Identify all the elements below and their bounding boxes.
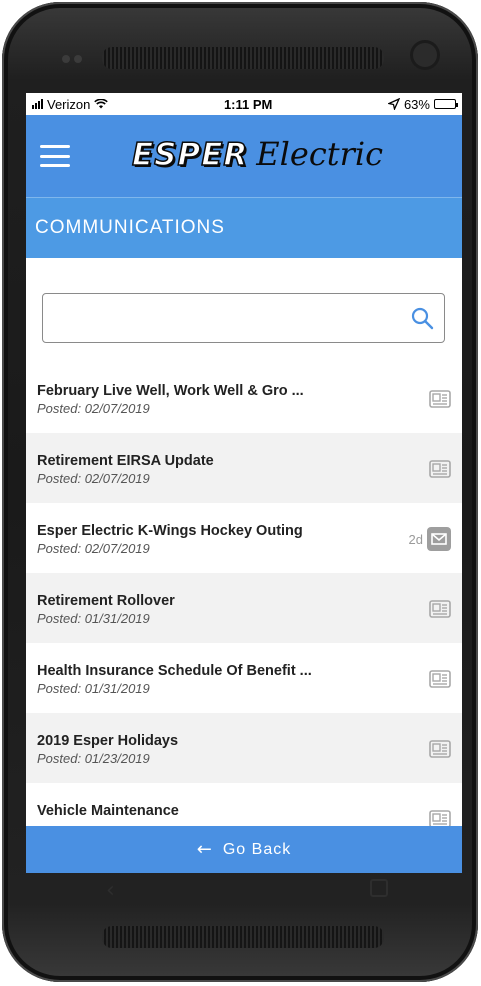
go-back-button[interactable]: ← Go Back: [26, 826, 462, 873]
communications-list: February Live Well, Work Well & Gro ... P…: [26, 363, 462, 853]
list-item-title: Esper Electric K-Wings Hockey Outing: [37, 523, 303, 539]
list-item-title: Retirement Rollover: [37, 593, 175, 609]
carrier-label: Verizon: [47, 96, 91, 112]
list-item-posted-date: Posted: 01/31/2019: [37, 681, 150, 696]
signal-icon: [32, 99, 43, 109]
wifi-icon: [94, 99, 109, 109]
list-item-posted-date: Posted: 01/23/2019: [37, 751, 150, 766]
logo-esper: ESPER: [131, 136, 249, 174]
screen: Verizon 1:11 PM 63% ESPER Electric COMMU…: [26, 93, 462, 873]
list-item-title: 2019 Esper Holidays: [37, 733, 179, 749]
list-item[interactable]: February Live Well, Work Well & Gro ... P…: [26, 363, 462, 433]
hardware-back-icon[interactable]: ‹: [106, 878, 115, 903]
newspaper-icon: [429, 600, 451, 618]
hamburger-icon[interactable]: [40, 145, 70, 167]
list-item[interactable]: 2019 Esper Holidays Posted: 01/23/2019: [26, 713, 462, 783]
newspaper-icon: [429, 670, 451, 688]
message-indicator: 2d: [409, 527, 451, 551]
go-back-label: Go Back: [222, 840, 292, 858]
status-bar: Verizon 1:11 PM 63%: [26, 93, 462, 115]
app-header: ESPER Electric: [26, 115, 462, 197]
arrow-left-icon: ←: [196, 839, 213, 860]
battery-percent: 63%: [403, 96, 430, 112]
battery-icon: [433, 99, 458, 109]
brand-logo: ESPER Electric: [131, 135, 384, 174]
list-item[interactable]: Esper Electric K-Wings Hockey Outing Post…: [26, 503, 462, 573]
search-input[interactable]: [43, 294, 384, 342]
logo-electric: Electric: [256, 135, 384, 173]
list-item-posted-date: Posted: 02/07/2019: [37, 541, 150, 556]
list-item[interactable]: Health Insurance Schedule Of Benefit ...…: [26, 643, 462, 713]
earpiece-speaker: [102, 47, 384, 69]
status-time: 1:11 PM: [223, 96, 273, 112]
list-item[interactable]: Retirement EIRSA Update Posted: 02/07/201…: [26, 433, 462, 503]
sensor-dot: [62, 55, 70, 63]
hardware-home-icon[interactable]: [370, 879, 388, 897]
search-box: [42, 293, 445, 343]
message-age: 2d: [408, 531, 423, 547]
list-item-title: Retirement EIRSA Update: [37, 453, 214, 469]
sensor-dot: [74, 55, 82, 63]
newspaper-icon: [429, 740, 451, 758]
search-container: [26, 258, 462, 343]
status-right: 63%: [387, 96, 458, 112]
list-item-posted-date: Posted: 02/07/2019: [37, 471, 150, 486]
newspaper-icon: [429, 460, 451, 478]
list-item[interactable]: Retirement Rollover Posted: 01/31/2019: [26, 573, 462, 643]
list-item-title: Vehicle Maintenance: [37, 803, 179, 819]
newspaper-icon: [429, 390, 451, 408]
envelope-icon: [427, 527, 451, 551]
list-item-title: February Live Well, Work Well & Gro ...: [37, 383, 304, 399]
bottom-speaker: [102, 926, 384, 948]
list-item-posted-date: Posted: 02/07/2019: [37, 401, 150, 416]
status-left: Verizon: [32, 96, 109, 112]
page-title: COMMUNICATIONS: [26, 197, 462, 258]
front-camera-icon: [410, 40, 440, 70]
list-item-posted-date: Posted: 01/31/2019: [37, 611, 150, 626]
search-icon[interactable]: [410, 306, 434, 330]
list-item-title: Health Insurance Schedule Of Benefit ...: [37, 663, 312, 679]
location-arrow-icon: [387, 98, 400, 110]
